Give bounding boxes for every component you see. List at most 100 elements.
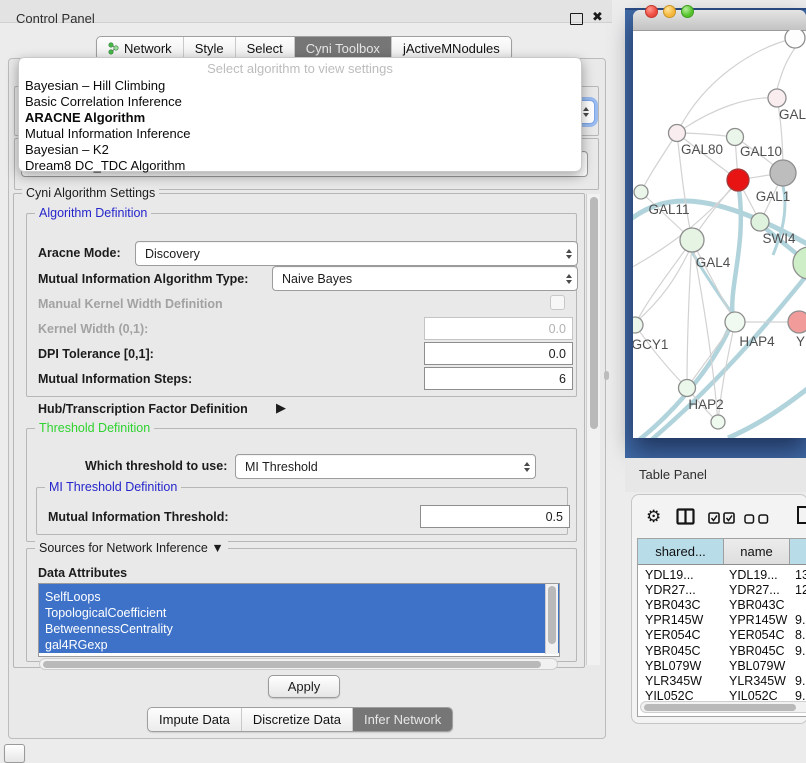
network-node-gray[interactable]: [770, 160, 796, 186]
network-node-gal4[interactable]: [680, 228, 704, 252]
deselect-all-icon[interactable]: [744, 514, 770, 524]
node-label: GCY1: [633, 337, 668, 352]
dpi-tolerance-input[interactable]: 0.0: [424, 342, 573, 365]
cell: 8.: [789, 628, 805, 642]
network-node-gal7[interactable]: [768, 89, 786, 107]
aracne-mode-combo[interactable]: Discovery: [135, 241, 578, 266]
list-item[interactable]: BetweennessCentrality: [39, 621, 559, 637]
tab-infer-network[interactable]: Infer Network: [352, 708, 452, 731]
list-scrollbar-thumb[interactable]: [548, 586, 556, 644]
mi-threshold-input[interactable]: 0.5: [420, 505, 570, 528]
table-hscrollbar[interactable]: [640, 701, 806, 713]
split-columns-icon[interactable]: [676, 508, 695, 525]
which-threshold-combo[interactable]: MI Threshold: [235, 454, 536, 479]
apply-button-label: Apply: [288, 679, 321, 694]
file-icon[interactable]: [796, 505, 806, 525]
apply-button[interactable]: Apply: [268, 675, 340, 698]
select-all-icon[interactable]: [708, 512, 736, 524]
list-item[interactable]: gal4RGexp: [39, 637, 559, 653]
network-node[interactable]: [711, 415, 725, 429]
application-window: Control Panel ✖ Network Style Select Cyn…: [0, 0, 806, 762]
column-header-clipped[interactable]: [790, 539, 806, 565]
close-window-icon[interactable]: [645, 5, 658, 18]
close-panel-icon[interactable]: ✖: [592, 9, 603, 25]
manual-kernel-checkbox[interactable]: [550, 295, 565, 310]
minimize-window-icon[interactable]: [663, 5, 676, 18]
column-header-name[interactable]: name: [724, 539, 790, 565]
mi-steps-input[interactable]: 6: [424, 367, 573, 390]
algorithm-option-selected[interactable]: ARACNE Algorithm: [19, 110, 581, 126]
cell: YBR045C: [638, 644, 723, 658]
cell: 9.: [789, 644, 805, 658]
algorithm-option[interactable]: Dream8 DC_TDC Algorithm: [19, 158, 581, 174]
list-hscrollbar-thumb[interactable]: [43, 661, 541, 668]
splitter-handle[interactable]: [604, 371, 609, 380]
cell: 13: [789, 568, 806, 582]
network-node-gcy1[interactable]: [633, 317, 643, 333]
mi-threshold-legend: MI Threshold Definition: [45, 480, 181, 494]
settings-scrollbar[interactable]: [586, 194, 600, 665]
network-node-hap2[interactable]: [679, 380, 696, 397]
table-row[interactable]: YBL079WYBL079W: [638, 658, 806, 673]
mi-type-combo[interactable]: Naive Bayes: [272, 266, 578, 291]
table-row[interactable]: YLR345WYLR345W9.: [638, 673, 806, 688]
algorithm-option[interactable]: Bayesian – Hill Climbing: [19, 78, 581, 94]
table-row[interactable]: YPR145WYPR145W9.: [638, 613, 806, 628]
list-item[interactable]: TopologicalCoefficient: [39, 605, 559, 621]
dock-corner-button[interactable]: [4, 744, 25, 763]
cell: 12: [789, 583, 806, 597]
table-row[interactable]: YDR27...YDR27...12: [638, 582, 806, 597]
mi-type-label: Mutual Information Algorithm Type:: [38, 272, 248, 286]
tab-label: Style: [195, 41, 224, 56]
network-node-gal80[interactable]: [669, 125, 686, 142]
tab-label: Discretize Data: [253, 712, 341, 727]
algorithm-option[interactable]: Bayesian – K2: [19, 142, 581, 158]
data-attributes-list[interactable]: SelfLoops TopologicalCoefficient Between…: [38, 583, 560, 657]
network-window-titlebar[interactable]: [633, 10, 806, 31]
network-node-selected-red[interactable]: [727, 169, 749, 191]
table-row[interactable]: YDL19...YDL19...13: [638, 567, 806, 582]
tab-label: Select: [247, 41, 283, 56]
node-label: GAL80: [681, 142, 723, 157]
list-hscrollbar[interactable]: [39, 658, 558, 670]
kernel-width-input[interactable]: 0.0: [424, 317, 573, 340]
network-node-hap4[interactable]: [725, 312, 745, 332]
hub-expand-icon[interactable]: ▶: [276, 400, 286, 416]
tab-discretize-data[interactable]: Discretize Data: [241, 708, 352, 731]
network-node-salmon[interactable]: [788, 311, 806, 333]
list-item[interactable]: SelfLoops: [39, 589, 559, 605]
tab-label: Cyni Toolbox: [306, 41, 380, 56]
list-scrollbar[interactable]: [545, 584, 558, 654]
float-panel-icon[interactable]: [570, 13, 583, 25]
cell: YPR145W: [723, 613, 789, 627]
tab-label: Impute Data: [159, 712, 230, 727]
kernel-width-label: Kernel Width (0,1):: [38, 322, 148, 336]
network-tab-icon: [108, 42, 119, 55]
which-threshold-label: Which threshold to use:: [85, 459, 227, 473]
sources-collapse-icon[interactable]: ▼: [211, 541, 223, 555]
node-label: GAL7: [779, 107, 806, 122]
gear-icon[interactable]: ⚙: [646, 507, 661, 527]
network-canvas[interactable]: GAL7 GAL80 GAL10 GAL1 GAL11 SWI4 GAL4 HA…: [633, 30, 806, 438]
sources-legend-text: Sources for Network Inference ▼: [35, 541, 228, 555]
network-node-gal11[interactable]: [634, 185, 648, 199]
table-row[interactable]: YER054CYER054C8.: [638, 628, 806, 643]
column-header-shared-name[interactable]: shared...: [638, 539, 724, 565]
table-row[interactable]: YBR045CYBR045C9.: [638, 643, 806, 658]
tab-label: jActiveMNodules: [403, 41, 500, 56]
network-node-swi4[interactable]: [751, 213, 769, 231]
node-label: GAL11: [648, 202, 689, 217]
settings-scrollbar-thumb[interactable]: [590, 197, 598, 429]
node-label: SWI4: [762, 231, 795, 246]
algorithm-option[interactable]: Basic Correlation Inference: [19, 94, 581, 110]
algorithm-option[interactable]: Mutual Information Inference: [19, 126, 581, 142]
dpi-tolerance-label: DPI Tolerance [0,1]:: [38, 347, 154, 361]
table-hscrollbar-thumb[interactable]: [644, 704, 796, 711]
zoom-window-icon[interactable]: [681, 5, 694, 18]
table-row[interactable]: YBR043CYBR043C: [638, 597, 806, 612]
cell: YDL19...: [723, 568, 789, 582]
network-node-gal10[interactable]: [727, 129, 744, 146]
tab-impute-data[interactable]: Impute Data: [148, 708, 241, 731]
cell: 9.: [789, 674, 805, 688]
network-node[interactable]: [785, 30, 805, 48]
